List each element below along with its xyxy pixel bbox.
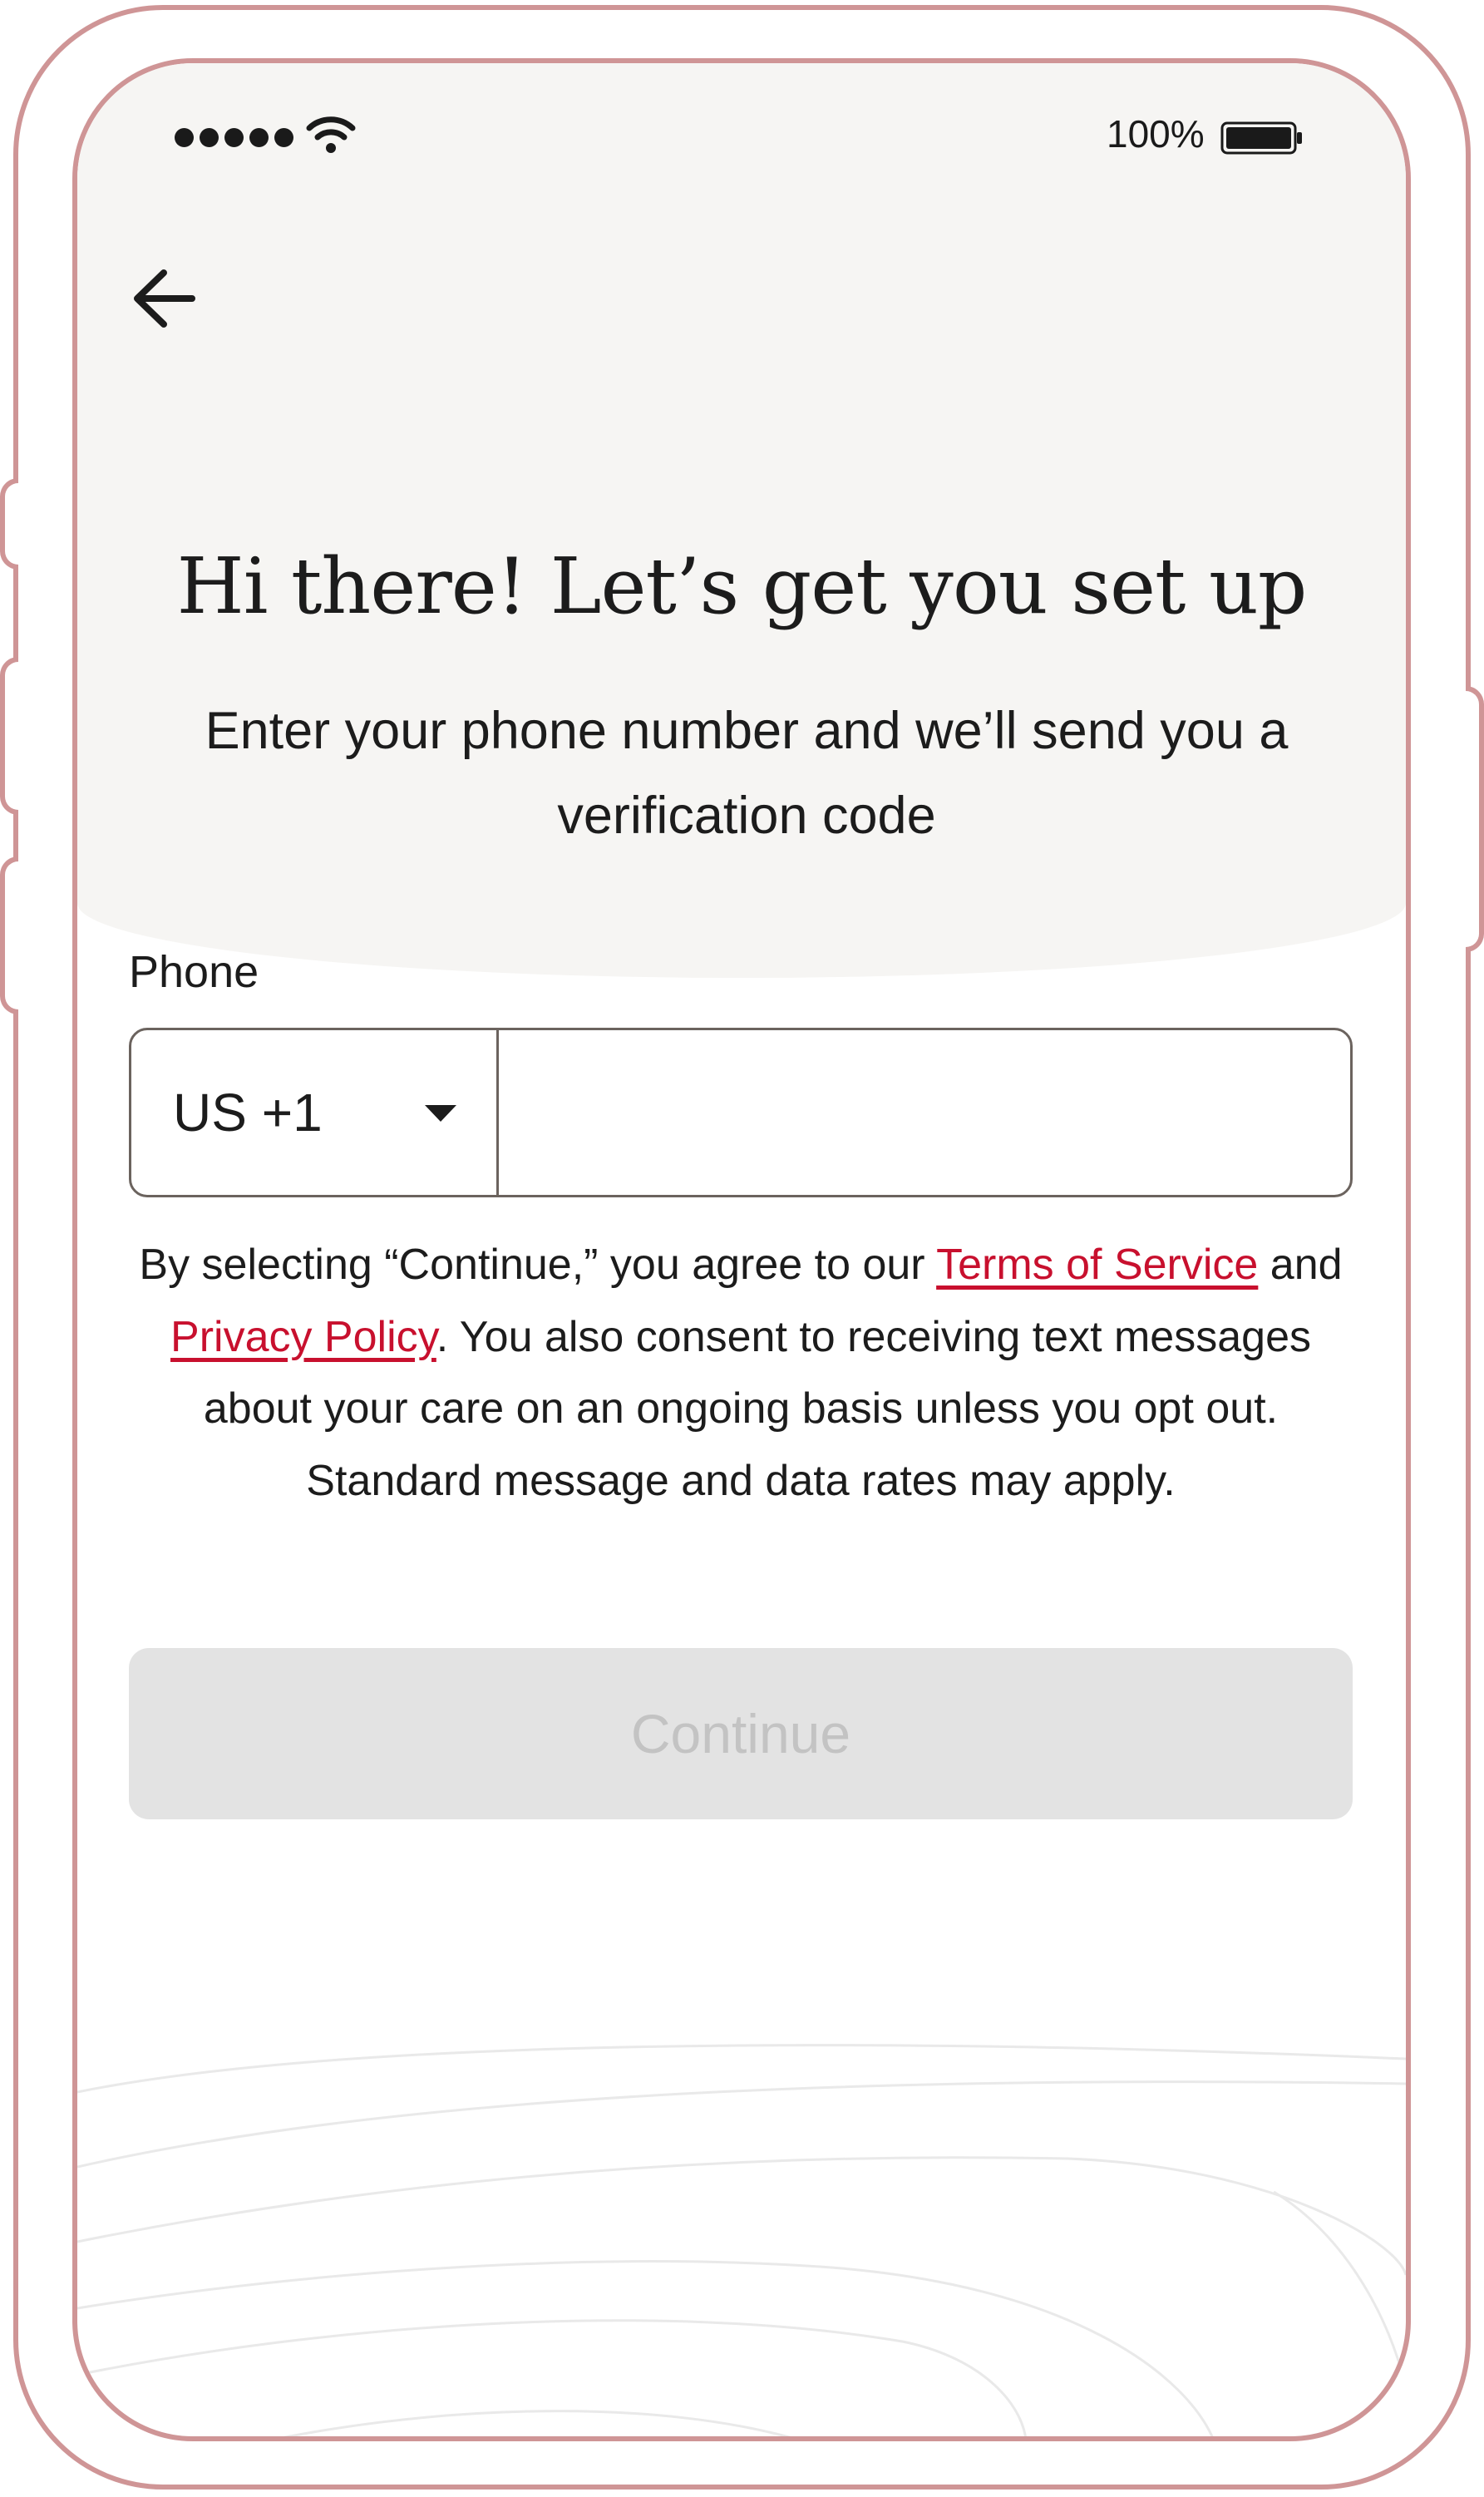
device-side-button — [0, 657, 18, 815]
decorative-waves — [77, 2044, 1406, 2436]
phone-label: Phone — [129, 947, 259, 997]
battery-percentage: 100% — [1107, 112, 1205, 155]
terms-of-service-link[interactable]: Terms of Service — [936, 1241, 1258, 1289]
phone-field: US +1 — [129, 1028, 1353, 1197]
legal-middle: and — [1258, 1241, 1343, 1289]
country-code-select[interactable]: US +1 — [131, 1030, 499, 1195]
caret-down-icon — [425, 1105, 456, 1122]
signal-dots-icon — [175, 128, 293, 147]
battery-icon — [1220, 121, 1302, 155]
device-side-button — [0, 856, 18, 1014]
legal-prefix: By selecting “Continue,” you agree to ou… — [139, 1241, 937, 1289]
country-code-value: US +1 — [173, 1083, 323, 1142]
phone-number-input[interactable] — [499, 1030, 1350, 1195]
privacy-policy-link[interactable]: Privacy Policy — [170, 1313, 436, 1361]
arrow-left-icon[interactable] — [126, 261, 200, 336]
wifi-icon — [306, 116, 356, 153]
device-side-button — [0, 478, 18, 570]
status-bar: 100% — [77, 63, 1406, 163]
legal-consent-text: By selecting “Continue,” you agree to ou… — [129, 1229, 1353, 1517]
app-screen: 100% Hi there! Let’s get you set up Ente… — [72, 58, 1411, 2441]
page-subtitle: Enter your phone number and we’ll send y… — [205, 702, 1289, 845]
device-side-button — [1466, 686, 1484, 952]
page-title: Hi there! Let’s get you set up — [176, 541, 1308, 631]
continue-button[interactable]: Continue — [129, 1648, 1353, 1819]
